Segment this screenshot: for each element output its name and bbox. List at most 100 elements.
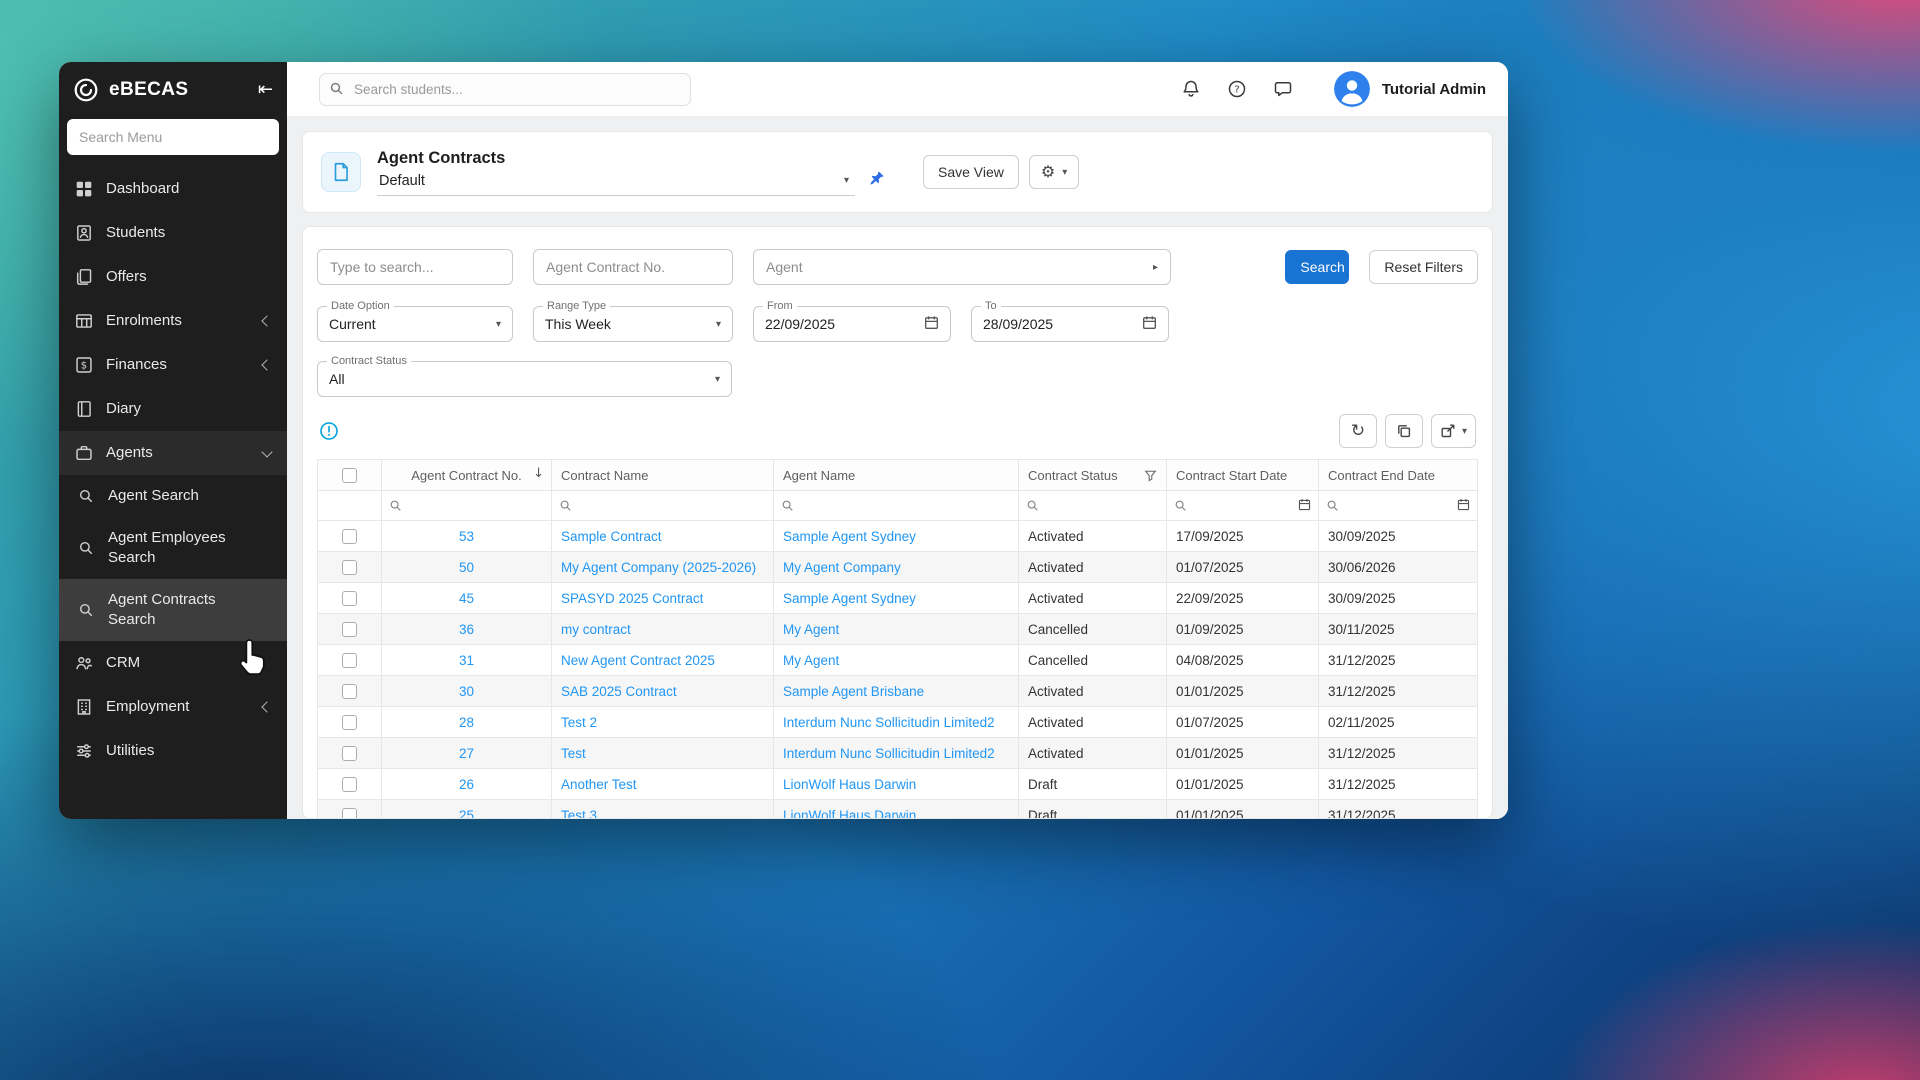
agent-dropdown[interactable]: Agent ▸	[753, 249, 1171, 285]
row-checkbox[interactable]	[342, 653, 357, 668]
table-row[interactable]: 30 SAB 2025 Contract Sample Agent Brisba…	[318, 676, 1478, 707]
sidebar-item-students[interactable]: Students	[59, 211, 287, 255]
contract-no-link[interactable]: 27	[459, 746, 474, 761]
table-row[interactable]: 27 Test Interdum Nunc Sollicitudin Limit…	[318, 738, 1478, 769]
column-header-agent-name[interactable]: Agent Name	[783, 468, 855, 483]
column-search-input[interactable]	[559, 499, 766, 512]
text-search-input[interactable]	[317, 249, 513, 285]
calendar-icon[interactable]	[1142, 315, 1157, 333]
row-checkbox[interactable]	[342, 746, 357, 761]
agent-name-link[interactable]: Sample Agent Sydney	[783, 591, 916, 606]
row-checkbox[interactable]	[342, 560, 357, 575]
table-row[interactable]: 36 my contract My Agent Cancelled 01/09/…	[318, 614, 1478, 645]
contract-no-link[interactable]: 26	[459, 777, 474, 792]
contract-no-link[interactable]: 25	[459, 808, 474, 819]
contract-name-link[interactable]: Test 2	[561, 715, 597, 730]
sidebar-item-agents[interactable]: Agents	[59, 431, 287, 475]
calendar-icon[interactable]	[1457, 498, 1470, 514]
collapse-sidebar-icon[interactable]: ⇤	[258, 81, 273, 99]
contract-no-link[interactable]: 30	[459, 684, 474, 699]
copy-button[interactable]	[1385, 414, 1423, 448]
view-selector-dropdown[interactable]: Default ▾	[377, 171, 855, 196]
refresh-button[interactable]: ↻	[1339, 414, 1377, 448]
row-checkbox[interactable]	[342, 591, 357, 606]
help-icon[interactable]: ?	[1226, 78, 1248, 100]
save-view-button[interactable]: Save View	[923, 155, 1019, 189]
agent-name-link[interactable]: My Agent Company	[783, 560, 901, 575]
contract-no-input[interactable]	[533, 249, 733, 285]
contract-name-link[interactable]: my contract	[561, 622, 631, 637]
contract-no-link[interactable]: 31	[459, 653, 474, 668]
table-row[interactable]: 28 Test 2 Interdum Nunc Sollicitudin Lim…	[318, 707, 1478, 738]
row-checkbox[interactable]	[342, 529, 357, 544]
agent-name-link[interactable]: Sample Agent Sydney	[783, 529, 916, 544]
contract-name-link[interactable]: Test 3	[561, 808, 597, 819]
from-date-input[interactable]: From 22/09/2025	[753, 306, 951, 342]
calendar-icon[interactable]	[924, 315, 939, 333]
agent-name-link[interactable]: Interdum Nunc Sollicitudin Limited2	[783, 746, 995, 761]
column-filter-icon[interactable]	[1144, 469, 1157, 482]
notifications-bell-icon[interactable]	[1180, 78, 1202, 100]
agent-name-link[interactable]: LionWolf Haus Darwin	[783, 808, 916, 819]
student-search-input[interactable]	[319, 73, 691, 106]
view-settings-button[interactable]: ⚙ ▾	[1029, 155, 1079, 189]
date-option-dropdown[interactable]: Date Option Current ▾	[317, 306, 513, 342]
contract-no-link[interactable]: 36	[459, 622, 474, 637]
column-search-date-input[interactable]	[1326, 498, 1470, 514]
row-checkbox[interactable]	[342, 808, 357, 818]
sidebar-item-dashboard[interactable]: Dashboard	[59, 167, 287, 211]
agent-name-link[interactable]: My Agent	[783, 653, 839, 668]
export-button[interactable]: ▾	[1431, 414, 1476, 448]
column-header-contract-name[interactable]: Contract Name	[561, 468, 648, 483]
sidebar-item-agent-search[interactable]: Agent Search	[59, 475, 287, 517]
search-button[interactable]: Search	[1285, 250, 1349, 284]
range-type-dropdown[interactable]: Range Type This Week ▾	[533, 306, 733, 342]
column-search-date-input[interactable]	[1174, 498, 1311, 514]
agent-name-link[interactable]: Interdum Nunc Sollicitudin Limited2	[783, 715, 995, 730]
sidebar-item-finances[interactable]: $ Finances	[59, 343, 287, 387]
reset-filters-button[interactable]: Reset Filters	[1369, 250, 1478, 284]
contract-name-link[interactable]: Test	[561, 746, 586, 761]
row-checkbox[interactable]	[342, 622, 357, 637]
contract-name-link[interactable]: Another Test	[561, 777, 637, 792]
column-header-end-date[interactable]: Contract End Date	[1328, 468, 1435, 483]
table-row[interactable]: 31 New Agent Contract 2025 My Agent Canc…	[318, 645, 1478, 676]
sidebar-item-utilities[interactable]: Utilities	[59, 729, 287, 773]
row-checkbox[interactable]	[342, 715, 357, 730]
contract-name-link[interactable]: Sample Contract	[561, 529, 662, 544]
sidebar-item-agent-contracts-search[interactable]: Agent Contracts Search	[59, 579, 287, 641]
pin-view-icon[interactable]	[867, 170, 885, 193]
sidebar-item-enrolments[interactable]: Enrolments	[59, 299, 287, 343]
column-search-input[interactable]	[389, 499, 544, 512]
sort-descending-icon[interactable]: ↓	[533, 466, 544, 481]
contract-name-link[interactable]: New Agent Contract 2025	[561, 653, 715, 668]
sidebar-item-diary[interactable]: Diary	[59, 387, 287, 431]
user-avatar[interactable]	[1334, 71, 1370, 107]
table-row[interactable]: 45 SPASYD 2025 Contract Sample Agent Syd…	[318, 583, 1478, 614]
sidebar-item-crm[interactable]: CRM	[59, 641, 287, 685]
contract-no-link[interactable]: 50	[459, 560, 474, 575]
agent-name-link[interactable]: LionWolf Haus Darwin	[783, 777, 916, 792]
table-row[interactable]: 53 Sample Contract Sample Agent Sydney A…	[318, 521, 1478, 552]
agent-name-link[interactable]: My Agent	[783, 622, 839, 637]
sidebar-item-offers[interactable]: Offers	[59, 255, 287, 299]
contract-no-link[interactable]: 45	[459, 591, 474, 606]
row-checkbox[interactable]	[342, 684, 357, 699]
column-header-contract-status[interactable]: Contract Status	[1028, 468, 1118, 483]
chat-icon[interactable]	[1272, 78, 1294, 100]
to-date-input[interactable]: To 28/09/2025	[971, 306, 1169, 342]
menu-search-input[interactable]	[67, 119, 279, 155]
contract-name-link[interactable]: SAB 2025 Contract	[561, 684, 677, 699]
row-checkbox[interactable]	[342, 777, 357, 792]
contract-no-link[interactable]: 53	[459, 529, 474, 544]
column-header-start-date[interactable]: Contract Start Date	[1176, 468, 1287, 483]
calendar-icon[interactable]	[1298, 498, 1311, 514]
column-search-input[interactable]	[781, 499, 1011, 512]
contract-name-link[interactable]: SPASYD 2025 Contract	[561, 591, 703, 606]
table-row[interactable]: 50 My Agent Company (2025-2026) My Agent…	[318, 552, 1478, 583]
select-all-checkbox[interactable]	[342, 468, 357, 483]
agent-name-link[interactable]: Sample Agent Brisbane	[783, 684, 924, 699]
table-row[interactable]: 26 Another Test LionWolf Haus Darwin Dra…	[318, 769, 1478, 800]
contract-no-link[interactable]: 28	[459, 715, 474, 730]
sidebar-item-employment[interactable]: Employment	[59, 685, 287, 729]
